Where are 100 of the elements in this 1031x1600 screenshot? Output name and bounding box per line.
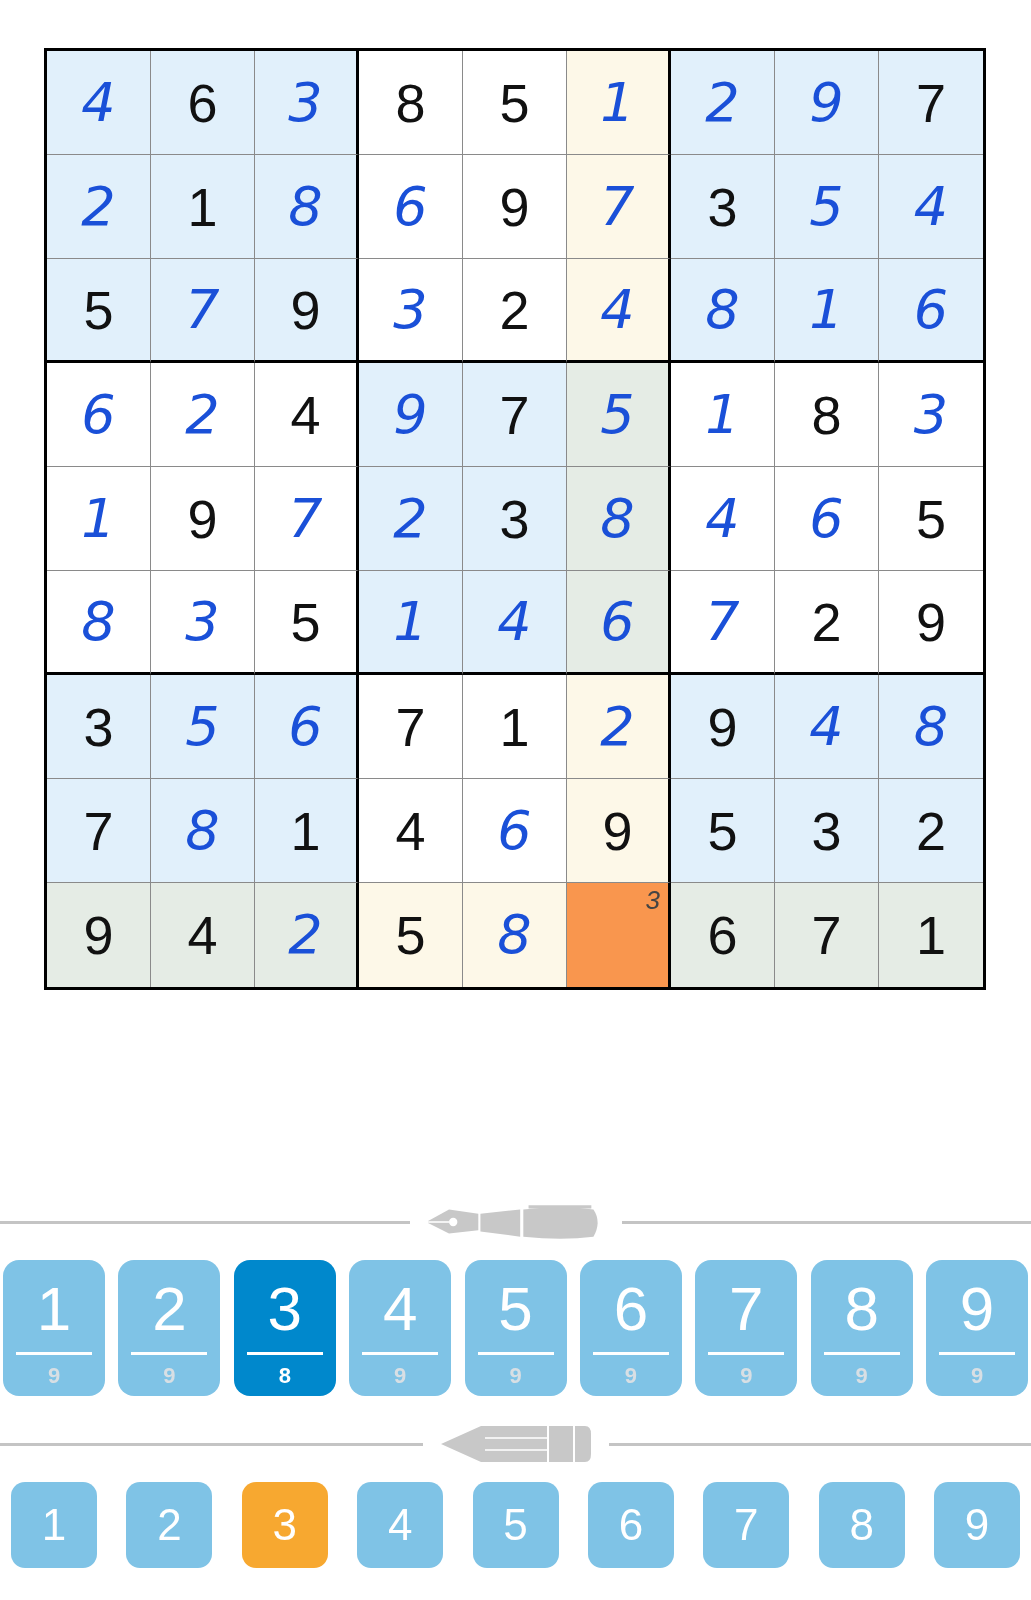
- cell-digit: 2: [81, 179, 116, 234]
- board-cell[interactable]: 8: [775, 363, 879, 467]
- board-cell[interactable]: 6: [775, 467, 879, 571]
- board-cell[interactable]: 4: [255, 363, 359, 467]
- board-cell[interactable]: 8: [879, 675, 983, 779]
- board-cell[interactable]: 5: [151, 675, 255, 779]
- board-cell[interactable]: 3: [151, 571, 255, 675]
- board-cell[interactable]: 5: [775, 155, 879, 259]
- board-cell[interactable]: 4: [47, 51, 151, 155]
- board-cell[interactable]: 6: [671, 883, 775, 987]
- cell-digit: 4: [705, 491, 740, 546]
- board-cell[interactable]: 2: [47, 155, 151, 259]
- board-cell[interactable]: 1: [47, 467, 151, 571]
- board-cell[interactable]: 6: [879, 259, 983, 363]
- cell-digit: 3: [811, 803, 842, 858]
- board-cell[interactable]: 1: [567, 51, 671, 155]
- board-cell[interactable]: 6: [151, 51, 255, 155]
- board-cell[interactable]: 8: [151, 779, 255, 883]
- board-cell[interactable]: 7: [255, 467, 359, 571]
- board-cell[interactable]: 4: [463, 571, 567, 675]
- board-cell[interactable]: 2: [775, 571, 879, 675]
- board-cell[interactable]: 3: [775, 779, 879, 883]
- cell-digit: 5: [290, 594, 321, 649]
- cell-digit: 4: [81, 75, 116, 130]
- board-cell[interactable]: 5: [255, 571, 359, 675]
- board-cell[interactable]: 3: [463, 467, 567, 571]
- board-cell[interactable]: 8: [567, 467, 671, 571]
- board-cell[interactable]: 6: [463, 779, 567, 883]
- board-cell[interactable]: 2: [463, 259, 567, 363]
- board-cell[interactable]: 4: [775, 675, 879, 779]
- board-cell[interactable]: 1: [879, 883, 983, 987]
- board-cell[interactable]: 4: [671, 467, 775, 571]
- board-cell[interactable]: 9: [671, 675, 775, 779]
- board-cell[interactable]: 8: [671, 259, 775, 363]
- cell-digit: 2: [705, 75, 740, 130]
- board-cell[interactable]: 1: [151, 155, 255, 259]
- pen-digit-button[interactable]: 3 8: [233, 1260, 336, 1396]
- board-cell[interactable]: 7: [879, 51, 983, 155]
- board-cell[interactable]: 9: [775, 51, 879, 155]
- board-cell[interactable]: 6: [255, 675, 359, 779]
- cell-digit: 8: [497, 908, 532, 962]
- board-cell[interactable]: 2: [255, 883, 359, 987]
- board-cell[interactable]: 9: [359, 363, 463, 467]
- cell-digit: 6: [809, 491, 844, 546]
- board-cell[interactable]: 7: [151, 259, 255, 363]
- board-cell[interactable]: 9: [567, 779, 671, 883]
- board-cell[interactable]: 4: [359, 779, 463, 883]
- board-cell[interactable]: 1: [255, 779, 359, 883]
- board-cell[interactable]: 3: [255, 51, 359, 155]
- board-cell[interactable]: 8: [255, 155, 359, 259]
- cell-digit: 1: [809, 282, 844, 337]
- board-cell[interactable]: 6: [359, 155, 463, 259]
- board-cell[interactable]: 8: [359, 51, 463, 155]
- board-cell[interactable]: 7: [359, 675, 463, 779]
- board-cell[interactable]: 4: [879, 155, 983, 259]
- board-cell[interactable]: 5: [463, 51, 567, 155]
- cell-digit: 7: [600, 179, 635, 234]
- board-cell[interactable]: 7: [775, 883, 879, 987]
- board-cell[interactable]: 3: [359, 259, 463, 363]
- board-cell[interactable]: 2: [879, 779, 983, 883]
- board-cell[interactable]: 3: [671, 155, 775, 259]
- board-cell[interactable]: 9: [47, 883, 151, 987]
- board-cell[interactable]: 8: [47, 571, 151, 675]
- board-cell[interactable]: 7: [567, 155, 671, 259]
- board-cell[interactable]: 9: [255, 259, 359, 363]
- board-cell[interactable]: 9: [463, 155, 567, 259]
- cell-digit: 1: [600, 75, 635, 130]
- board-cell[interactable]: 6: [567, 571, 671, 675]
- board-cell[interactable]: 1: [775, 259, 879, 363]
- cell-digit: 8: [288, 179, 323, 234]
- board-cell[interactable]: 4: [567, 259, 671, 363]
- board-cell[interactable]: 8: [463, 883, 567, 987]
- board-cell[interactable]: 3: [47, 675, 151, 779]
- board-cell[interactable]: 9: [151, 467, 255, 571]
- board-cell[interactable]: 1: [463, 675, 567, 779]
- board-cell[interactable]: 2: [567, 675, 671, 779]
- cell-digit: 5: [600, 387, 635, 442]
- board-cell[interactable]: 6: [47, 363, 151, 467]
- cell-digit: 7: [915, 75, 946, 130]
- cell-digit: 3: [288, 75, 323, 130]
- board-cell[interactable]: 2: [151, 363, 255, 467]
- board-cell[interactable]: 7: [463, 363, 567, 467]
- cell-digit: 9: [499, 179, 530, 234]
- board-cell[interactable]: 7: [671, 571, 775, 675]
- board-cell[interactable]: 1: [359, 571, 463, 675]
- cell-digit: 6: [81, 387, 116, 442]
- board-cell[interactable]: 2: [671, 51, 775, 155]
- board-cell[interactable]: 5: [671, 779, 775, 883]
- board-cell[interactable]: 5: [567, 363, 671, 467]
- board-cell[interactable]: 1: [671, 363, 775, 467]
- board-cell[interactable]: 2: [359, 467, 463, 571]
- board-cell[interactable]: 4: [151, 883, 255, 987]
- cell-digit: 5: [809, 179, 844, 234]
- cell-digit: 5: [185, 699, 220, 754]
- board-cell[interactable]: 3: [567, 883, 671, 987]
- board-cell[interactable]: 7: [47, 779, 151, 883]
- board-cell[interactable]: 5: [359, 883, 463, 987]
- board-cell[interactable]: 5: [47, 259, 151, 363]
- cell-digit: 3: [499, 491, 530, 546]
- cell-digit: 9: [707, 699, 738, 754]
